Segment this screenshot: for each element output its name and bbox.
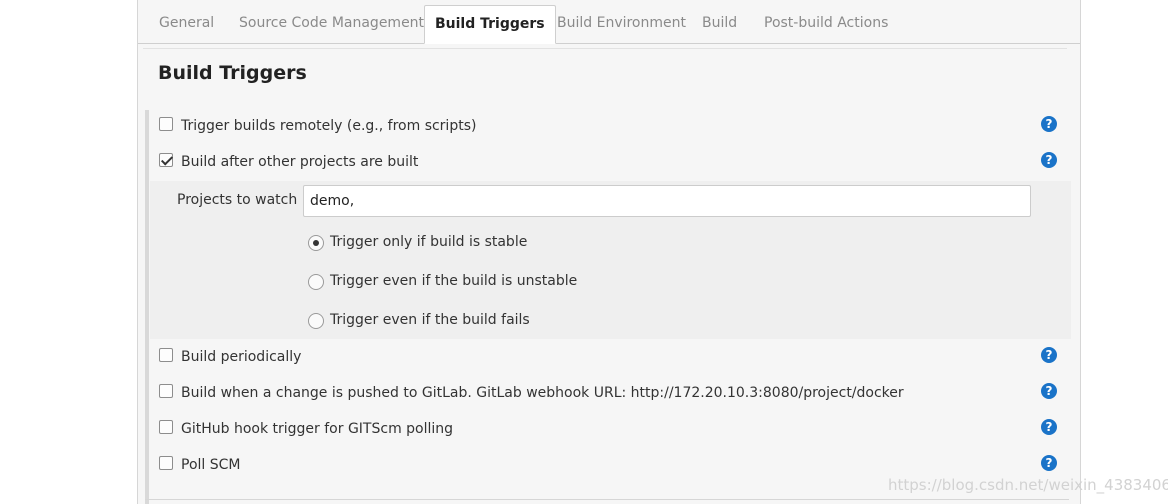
radio-button[interactable] [308,313,324,329]
config-tab-bar: General Source Code Management Build Tri… [138,0,1080,44]
radio-button[interactable] [308,274,324,290]
watermark: https://blog.csdn.net/weixin_43834060 [888,476,1168,494]
checkbox-trigger-remotely[interactable] [159,117,173,131]
trigger-row-build-after: Build after other projects are built ? [145,146,1071,182]
build-triggers-block: Trigger builds remotely (e.g., from scri… [145,110,1071,504]
radio-label: Trigger even if the build is unstable [330,273,578,289]
tab-build-environment[interactable]: Build Environment [547,5,696,43]
tab-source-code-management[interactable]: Source Code Management [229,5,434,43]
projects-to-watch-input[interactable] [303,185,1031,217]
tab-post-build-actions[interactable]: Post-build Actions [754,5,898,43]
checkbox-gitlab-push[interactable] [159,384,173,398]
section-title: Build Triggers [158,62,307,84]
trigger-row-github-hook: GitHub hook trigger for GITScm polling ? [145,413,1071,449]
help-icon[interactable]: ? [1041,455,1057,471]
trigger-row-remote: Trigger builds remotely (e.g., from scri… [145,110,1071,146]
trigger-row-periodically: Build periodically ? [145,341,1071,377]
trigger-label: GitHub hook trigger for GITScm polling [181,421,454,437]
help-icon[interactable]: ? [1041,152,1057,168]
radio-option-fails[interactable]: Trigger even if the build fails [308,309,708,333]
divider [143,48,1067,49]
trigger-label: Build periodically [181,349,302,365]
tab-general[interactable]: General [149,5,224,43]
radio-option-stable[interactable]: Trigger only if build is stable [308,231,708,255]
tab-build-triggers[interactable]: Build Triggers [424,5,556,44]
trigger-row-gitlab: Build when a change is pushed to GitLab.… [145,377,1071,413]
job-config-panel: General Source Code Management Build Tri… [137,0,1081,504]
help-icon[interactable]: ? [1041,383,1057,399]
radio-label: Trigger only if build is stable [330,234,528,250]
checkbox-poll-scm[interactable] [159,456,173,470]
trigger-label: Build after other projects are built [181,154,419,170]
tab-build[interactable]: Build [692,5,747,43]
trigger-label: Poll SCM [181,457,241,473]
radio-button[interactable] [308,235,324,251]
radio-label: Trigger even if the build fails [330,312,530,328]
build-after-options: Projects to watch Trigger only if build … [150,181,1071,339]
help-icon[interactable]: ? [1041,419,1057,435]
checkbox-build-after-other-projects[interactable] [159,153,173,167]
divider [145,499,1069,500]
trigger-label: Build when a change is pushed to GitLab.… [181,385,904,401]
help-icon[interactable]: ? [1041,116,1057,132]
projects-to-watch-label: Projects to watch [177,192,298,208]
checkbox-github-hook[interactable] [159,420,173,434]
checkbox-build-periodically[interactable] [159,348,173,362]
trigger-label: Trigger builds remotely (e.g., from scri… [181,118,477,134]
help-icon[interactable]: ? [1041,347,1057,363]
radio-option-unstable[interactable]: Trigger even if the build is unstable [308,270,708,294]
